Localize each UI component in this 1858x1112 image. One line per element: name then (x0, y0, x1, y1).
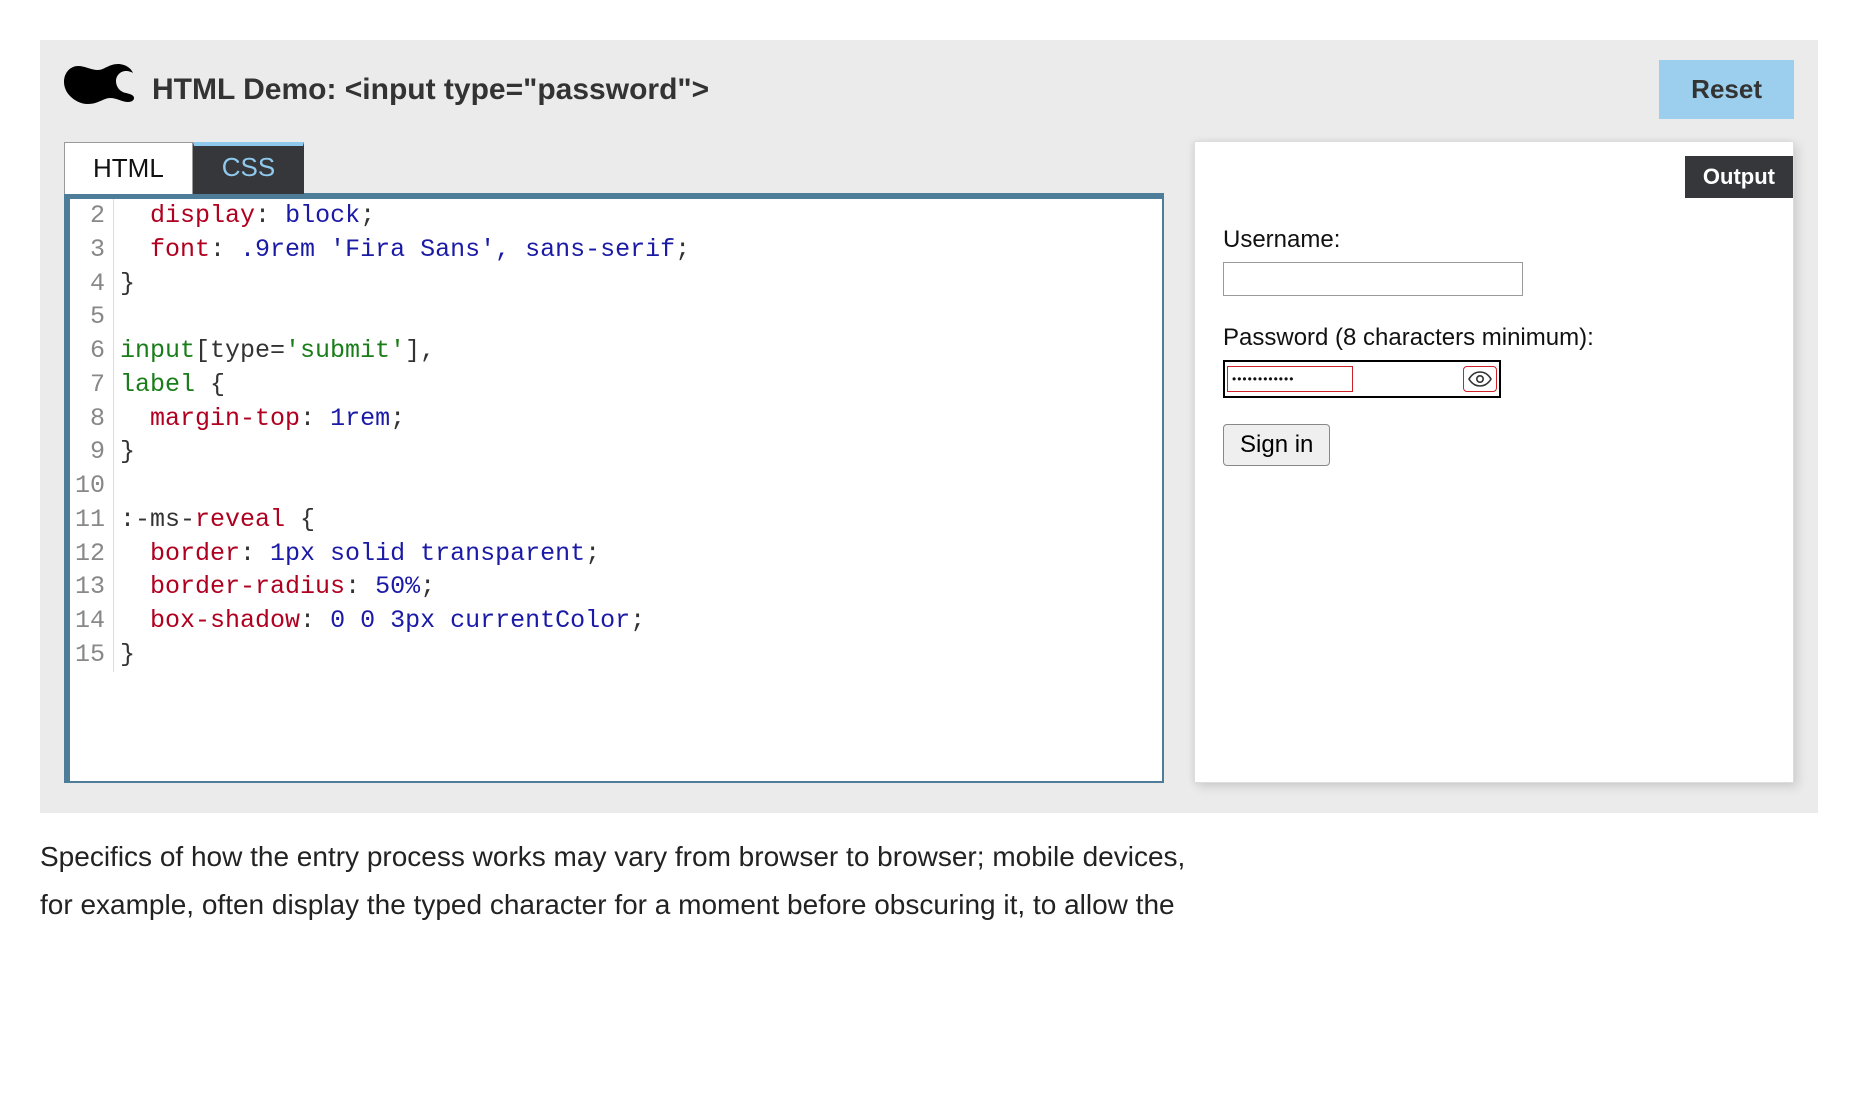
code-line[interactable]: 7label { (70, 368, 1162, 402)
editor-panel: HTML CSS 2 display: block;3 font: .9rem … (64, 141, 1164, 783)
code-line[interactable]: 8 margin-top: 1rem; (70, 402, 1162, 436)
code-content[interactable]: border-radius: 50%; (114, 570, 435, 604)
code-line[interactable]: 5 (70, 300, 1162, 334)
line-number: 3 (70, 233, 114, 267)
line-number: 5 (70, 300, 114, 334)
code-content[interactable]: margin-top: 1rem; (114, 402, 405, 436)
code-content[interactable]: input[type='submit'], (114, 334, 435, 368)
line-number: 9 (70, 435, 114, 469)
output-form: Username: Password (8 characters minimum… (1223, 226, 1765, 466)
tab-html[interactable]: HTML (64, 142, 193, 194)
tab-css[interactable]: CSS (193, 142, 304, 194)
code-content[interactable]: box-shadow: 0 0 3px currentColor; (114, 604, 645, 638)
code-line[interactable]: 9} (70, 435, 1162, 469)
username-input[interactable] (1223, 262, 1523, 296)
code-line[interactable]: 3 font: .9rem 'Fira Sans', sans-serif; (70, 233, 1162, 267)
code-line[interactable]: 4} (70, 267, 1162, 301)
line-number: 6 (70, 334, 114, 368)
code-line[interactable]: 6input[type='submit'], (70, 334, 1162, 368)
line-number: 7 (70, 368, 114, 402)
line-number: 8 (70, 402, 114, 436)
code-content[interactable] (114, 469, 120, 503)
code-line[interactable]: 11:-ms-reveal { (70, 503, 1162, 537)
line-number: 11 (70, 503, 114, 537)
code-content[interactable]: display: block; (114, 199, 375, 233)
line-number: 13 (70, 570, 114, 604)
code-line[interactable]: 12 border: 1px solid transparent; (70, 537, 1162, 571)
output-label: Output (1685, 156, 1793, 198)
password-reveal-icon[interactable] (1463, 366, 1497, 392)
code-content[interactable]: :-ms-reveal { (114, 503, 315, 537)
code-editor[interactable]: 2 display: block;3 font: .9rem 'Fira San… (64, 193, 1164, 783)
demo-title: HTML Demo: <input type="password"> (152, 73, 709, 107)
dino-logo-icon (64, 62, 134, 117)
header-left: HTML Demo: <input type="password"> (64, 62, 709, 117)
password-label: Password (8 characters minimum): (1223, 324, 1765, 352)
article-line: for example, often display the typed cha… (40, 881, 1240, 929)
password-input[interactable]: •••••••••••• (1223, 360, 1501, 398)
code-line[interactable]: 15} (70, 638, 1162, 672)
code-content[interactable]: } (114, 435, 135, 469)
code-content[interactable]: } (114, 638, 135, 672)
code-content[interactable]: border: 1px solid transparent; (114, 537, 600, 571)
line-number: 15 (70, 638, 114, 672)
code-content[interactable]: label { (114, 368, 225, 402)
reset-button[interactable]: Reset (1659, 60, 1794, 119)
code-content[interactable]: font: .9rem 'Fira Sans', sans-serif; (114, 233, 690, 267)
line-number: 12 (70, 537, 114, 571)
code-line[interactable]: 2 display: block; (70, 199, 1162, 233)
demo-header: HTML Demo: <input type="password"> Reset (64, 60, 1794, 119)
signin-button[interactable]: Sign in (1223, 424, 1330, 466)
article-text: Specifics of how the entry process works… (40, 833, 1240, 928)
output-panel: Output Username: Password (8 characters … (1194, 141, 1794, 783)
demo-container: HTML Demo: <input type="password"> Reset… (40, 40, 1818, 813)
code-line[interactable]: 10 (70, 469, 1162, 503)
code-content[interactable]: } (114, 267, 135, 301)
code-line[interactable]: 13 border-radius: 50%; (70, 570, 1162, 604)
line-number: 2 (70, 199, 114, 233)
code-line[interactable]: 14 box-shadow: 0 0 3px currentColor; (70, 604, 1162, 638)
editor-tabs: HTML CSS (64, 141, 1164, 193)
password-masked-value: •••••••••••• (1227, 366, 1353, 392)
line-number: 10 (70, 469, 114, 503)
code-content[interactable] (114, 300, 120, 334)
line-number: 4 (70, 267, 114, 301)
username-label: Username: (1223, 226, 1765, 254)
article-line: Specifics of how the entry process works… (40, 833, 1240, 881)
line-number: 14 (70, 604, 114, 638)
